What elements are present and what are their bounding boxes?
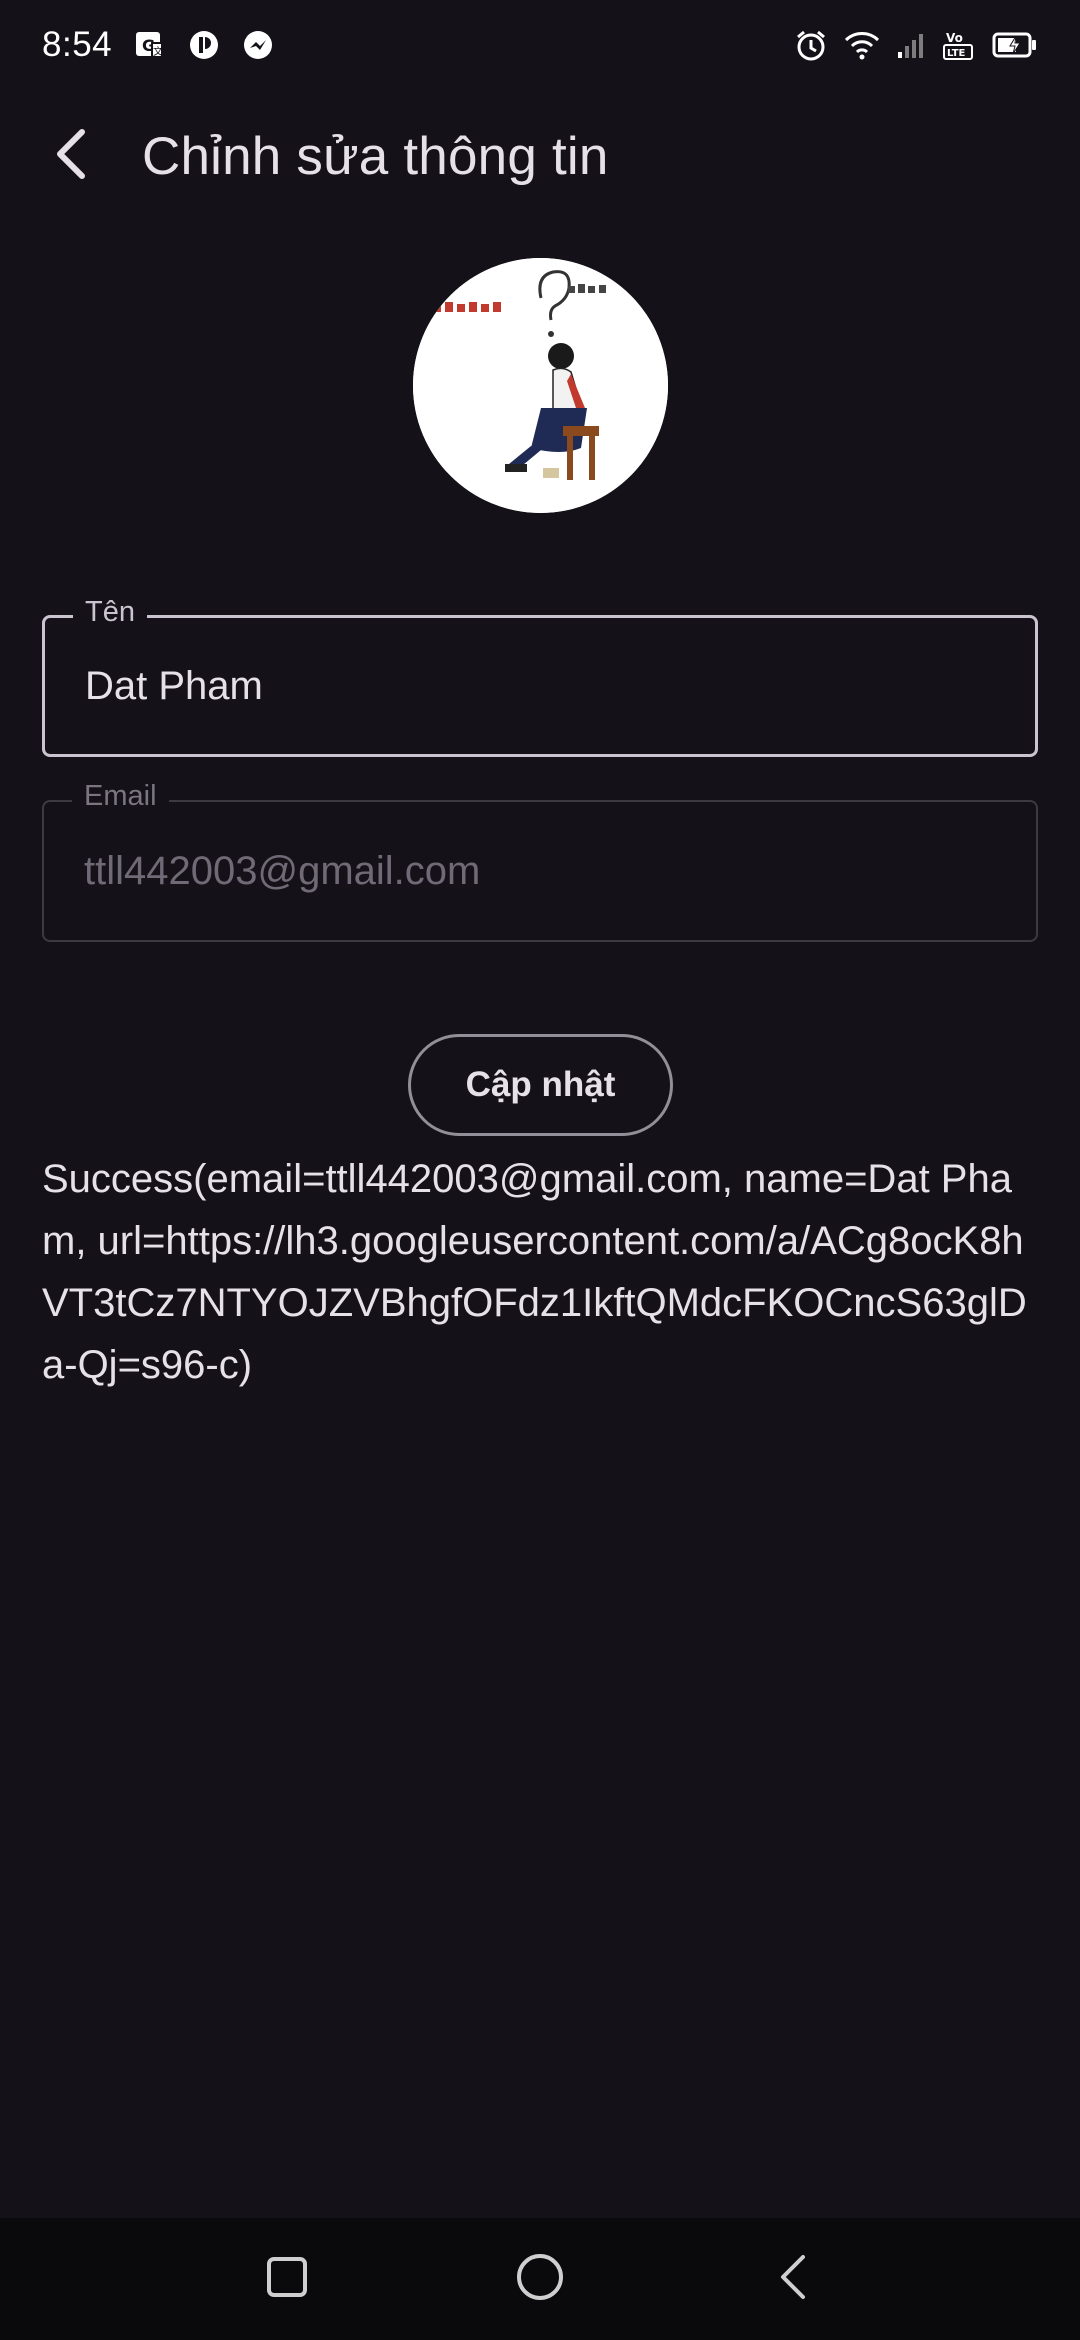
profile-avatar[interactable] [413,258,668,513]
chevron-left-icon [48,126,96,187]
back-button[interactable] [16,100,128,212]
svg-text:LTE: LTE [947,48,966,59]
wifi-icon [844,30,880,60]
volte-icon: Vo LTE [942,28,976,62]
email-field: Email ttll442003@gmail.com [42,780,1038,942]
name-input[interactable]: Dat Pham [85,618,1005,754]
messenger-icon [242,29,274,61]
signal-icon [896,30,926,60]
status-right: Vo LTE [794,28,1038,62]
status-left: 8:54 G文 [42,25,274,65]
recents-button[interactable] [247,2239,327,2319]
system-back-button[interactable] [753,2239,833,2319]
translate-icon: G文 [134,29,166,61]
recents-square-icon [265,2255,309,2304]
page-title: Chỉnh sửa thông tin [142,126,609,186]
home-button[interactable] [500,2239,580,2319]
podcast-app-icon [188,29,220,61]
status-bar: 8:54 G文 Vo LTE [0,0,1080,90]
status-time: 8:54 [42,25,113,64]
avatar-image [413,258,668,513]
home-circle-icon [515,2252,565,2307]
edit-profile-screen: 8:54 G文 Vo LTE Chỉnh sửa thông tin Tên D… [0,0,1080,2340]
top-app-bar: Chỉnh sửa thông tin [0,100,1080,212]
svg-text:文: 文 [153,45,163,58]
svg-text:Vo: Vo [946,31,963,45]
alarm-icon [794,28,828,62]
back-triangle-icon [775,2253,811,2306]
update-button[interactable]: Cập nhật [408,1034,673,1136]
system-navigation-bar [0,2218,1080,2340]
result-text: Success(email=ttll442003@gmail.com, name… [42,1157,1027,1387]
email-input: ttll442003@gmail.com [84,848,481,893]
battery-charging-icon [992,30,1038,60]
name-field[interactable]: Tên Dat Pham [42,596,1038,757]
